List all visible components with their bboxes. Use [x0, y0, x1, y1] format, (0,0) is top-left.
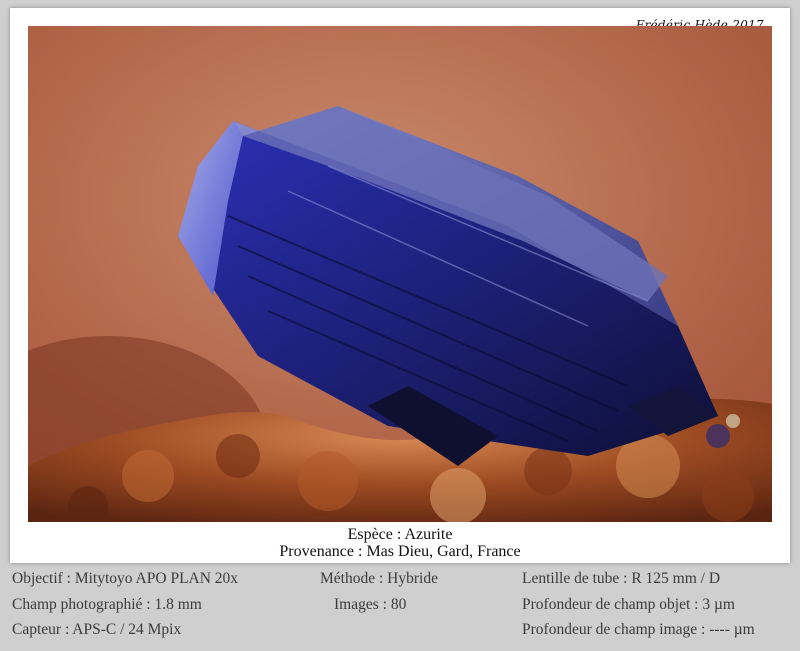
dof-image-text: Profondeur de champ image : ---- µm [522, 621, 755, 638]
mineral-photo [28, 26, 772, 522]
images-text: Images : 80 [334, 595, 407, 613]
specimen-caption: Espèce : Azurite Provenance : Mas Dieu, … [10, 526, 790, 560]
species-label: Espèce : Azurite [347, 526, 453, 543]
sensor-text: Capteur : APS-C / 24 Mpix [12, 621, 182, 638]
info-column-optics: Objectif : Mitytoyo APO PLAN 20x Champ p… [12, 566, 238, 643]
azurite-crystal-image [28, 26, 772, 522]
objective-text: Objectif : Mitytoyo APO PLAN 20x [12, 570, 239, 587]
tube-lens-text: Lentille de tube : R 125 mm / D [522, 570, 721, 587]
method-text: Méthode : Hybride [320, 570, 438, 587]
field-text: Champ photographié : 1.8 mm [12, 595, 202, 613]
dof-object-text: Profondeur de champ objet : 3 µm [522, 595, 735, 613]
locality-label: Provenance : Mas Dieu, Gard, France [279, 543, 521, 560]
info-column-depth: Lentille de tube : R 125 mm / D Profonde… [522, 566, 755, 643]
info-column-method: Méthode : Hybride Images : 80 [320, 566, 438, 617]
